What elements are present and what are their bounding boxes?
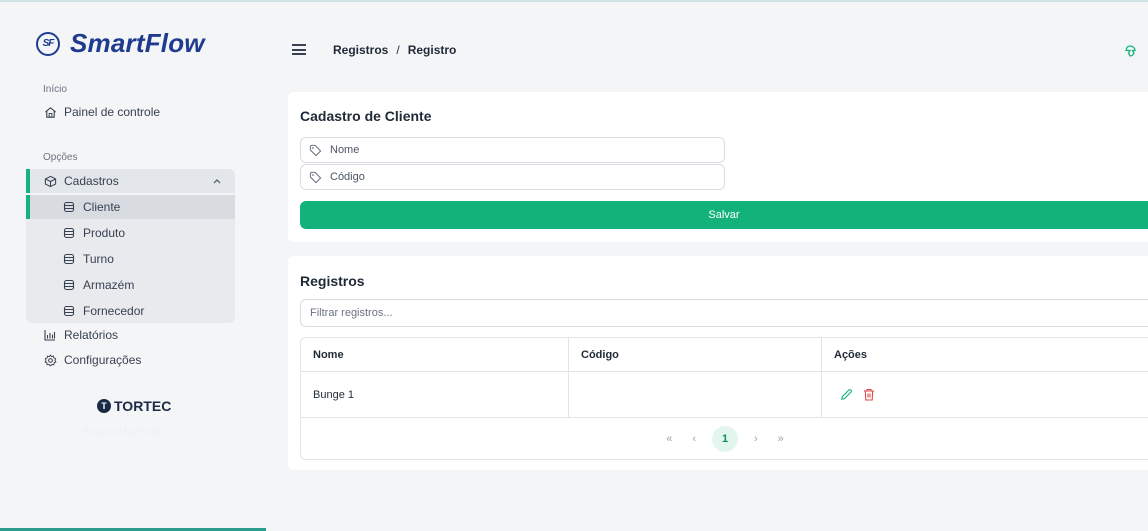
registros-title: Registros <box>300 273 365 289</box>
column-header-nome[interactable]: Nome <box>301 338 568 371</box>
user-status-icon[interactable] <box>1124 44 1136 57</box>
box-icon <box>43 174 57 188</box>
database-icon <box>62 304 76 318</box>
bar-chart-icon <box>43 328 57 342</box>
sidebar-subitem-turno[interactable]: Turno <box>26 247 235 271</box>
tag-icon <box>309 171 322 184</box>
breadcrumb: Registros / Registro <box>333 43 456 57</box>
codigo-field[interactable]: Código <box>300 164 725 190</box>
sidebar-subitem-fornecedor[interactable]: Fornecedor <box>26 299 235 323</box>
brand-logo[interactable]: SF SmartFlow <box>36 28 205 59</box>
row-codigo <box>568 372 821 417</box>
breadcrumb-item-registros[interactable]: Registros <box>333 43 388 57</box>
smartflow-logo-icon: SF <box>36 31 60 56</box>
database-icon <box>62 278 76 292</box>
current-page-button[interactable]: 1 <box>712 426 738 452</box>
pagination: « ‹ 1 › » <box>301 418 1148 460</box>
sidebar-item-label: Configurações <box>64 353 142 367</box>
sidebar: SF SmartFlow Início Painel de controle O… <box>0 2 272 528</box>
sidebar-item-painel[interactable]: Painel de controle <box>26 100 235 124</box>
sidebar-item-relatorios[interactable]: Relatórios <box>26 323 235 347</box>
nome-field[interactable]: Nome <box>300 137 725 163</box>
menu-icon[interactable] <box>292 44 306 55</box>
sidebar-item-configuracoes[interactable]: Configurações <box>26 348 235 372</box>
sidebar-item-label: Turno <box>83 252 114 266</box>
top-header: Registros / Registro <box>272 2 1148 80</box>
section-label-inicio: Início <box>43 84 67 95</box>
row-nome: Bunge 1 <box>313 388 354 401</box>
gear-icon <box>43 353 57 367</box>
breadcrumb-item-registro: Registro <box>407 43 457 57</box>
breadcrumb-separator: / <box>396 43 400 57</box>
sidebar-subitem-armazem[interactable]: Armazém <box>26 273 235 297</box>
tortec-name: TORTEC <box>114 398 172 414</box>
sidebar-subitem-cliente[interactable]: Cliente <box>26 195 235 219</box>
sidebar-item-label: Produto <box>83 226 126 240</box>
database-icon <box>62 252 76 266</box>
row-actions <box>821 372 1148 417</box>
form-title: Cadastro de Cliente <box>300 108 432 124</box>
edit-icon[interactable] <box>840 388 853 401</box>
column-header-acoes: Ações <box>821 338 1148 371</box>
chevron-up-icon[interactable] <box>213 176 221 187</box>
registros-card: Registros Filtrar registros... Nome Códi… <box>288 256 1148 470</box>
tortec-logo-icon: T <box>97 399 111 413</box>
sidebar-item-label: Cadastros <box>64 174 119 188</box>
database-icon <box>62 226 76 240</box>
table-header: Nome Código Ações <box>301 338 1148 372</box>
records-table: Nome Código Ações Bunge 1 « ‹ 1 › » <box>300 337 1148 460</box>
prev-page-button[interactable]: ‹ <box>692 433 696 445</box>
next-page-button[interactable]: › <box>754 433 758 445</box>
sidebar-item-label: Armazém <box>83 278 135 292</box>
sidebar-subitem-produto[interactable]: Produto <box>26 221 235 245</box>
first-page-button[interactable]: « <box>666 433 672 445</box>
nome-placeholder: Nome <box>330 144 360 156</box>
tag-icon <box>309 144 322 157</box>
table-row: Bunge 1 <box>301 372 1148 418</box>
brand-name: SmartFlow <box>70 28 205 58</box>
section-label-opcoes: Opções <box>43 152 78 163</box>
last-page-button[interactable]: » <box>778 433 784 445</box>
save-button[interactable]: Salvar <box>300 201 1148 229</box>
sidebar-item-label: Fornecedor <box>83 304 145 318</box>
filter-placeholder: Filtrar registros... <box>310 307 393 319</box>
sidebar-item-label: Cliente <box>83 200 121 214</box>
column-header-codigo[interactable]: Código <box>568 338 821 371</box>
tortec-logo: T TORTEC <box>97 398 171 414</box>
tortec-caption: Powered by Tortec <box>82 427 165 438</box>
codigo-placeholder: Código <box>330 171 365 183</box>
sidebar-item-label: Relatórios <box>64 328 119 342</box>
database-icon <box>62 200 76 214</box>
cadastro-card: Cadastro de Cliente Nome Código Salvar <box>288 92 1148 242</box>
home-icon <box>43 105 57 119</box>
sidebar-item-label: Painel de controle <box>64 105 161 119</box>
delete-icon[interactable] <box>863 388 876 401</box>
sidebar-item-cadastros[interactable]: Cadastros <box>26 169 235 193</box>
filter-input[interactable]: Filtrar registros... <box>300 299 1148 327</box>
